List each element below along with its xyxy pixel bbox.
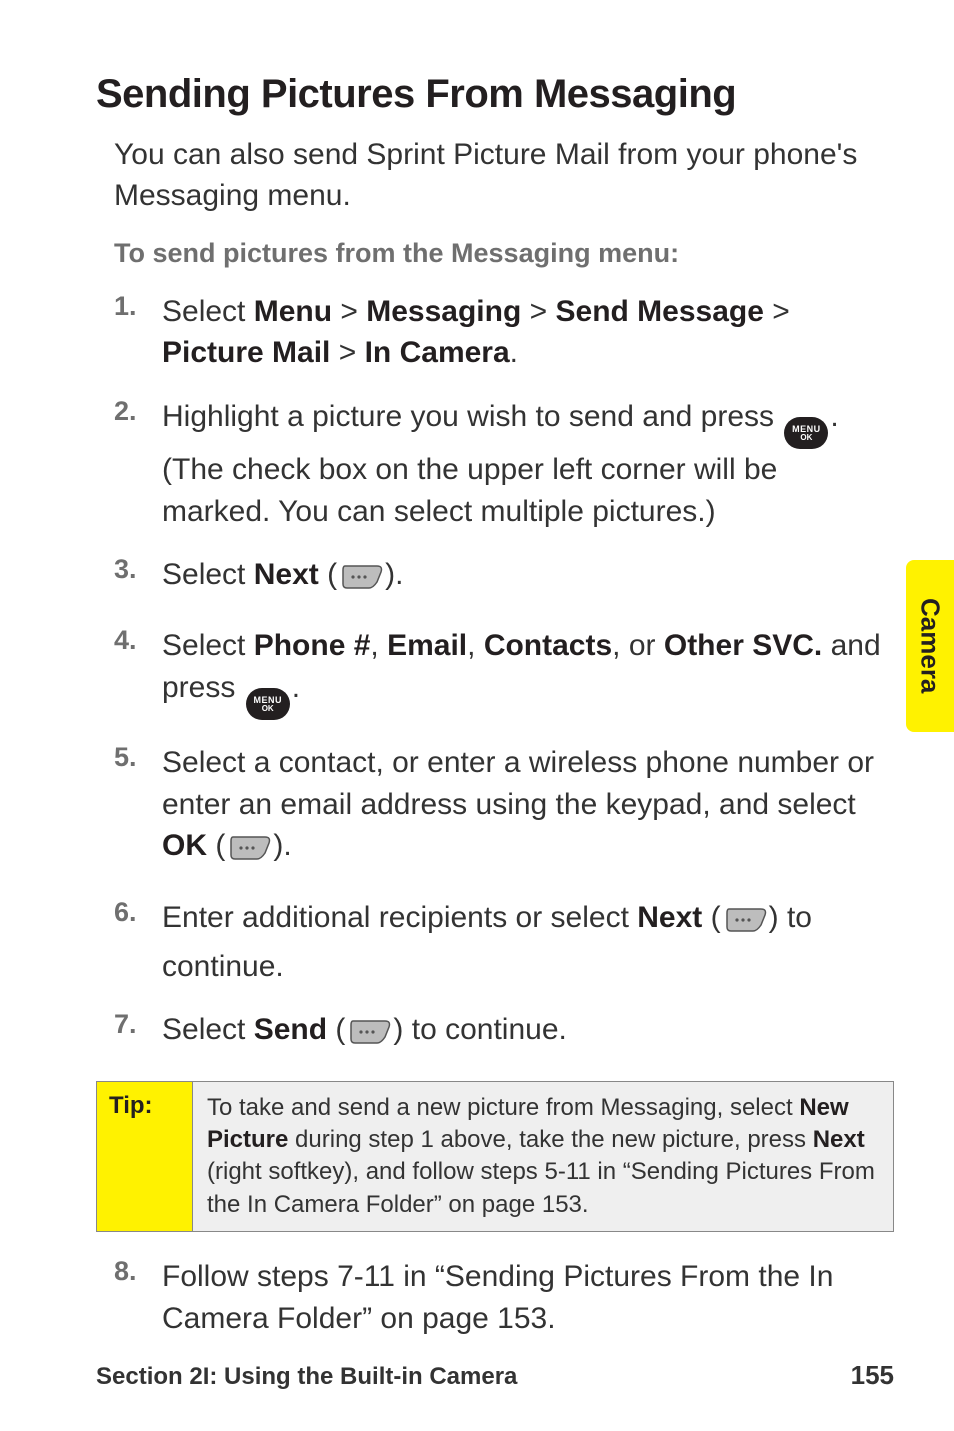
menu-ok-icon: MENUOK bbox=[246, 688, 290, 720]
menu-ok-icon: MENUOK bbox=[784, 417, 828, 449]
intro-text: You can also send Sprint Picture Mail fr… bbox=[114, 135, 894, 216]
step-4: 4. Select Phone #, Email, Contacts, or O… bbox=[114, 625, 894, 720]
step-body: Enter additional recipients or select Ne… bbox=[162, 897, 894, 988]
footer-page-number: 155 bbox=[851, 1360, 894, 1391]
softkey-icon bbox=[227, 833, 271, 874]
tip-label: Tip: bbox=[97, 1082, 193, 1232]
tip-box: Tip: To take and send a new picture from… bbox=[96, 1081, 894, 1233]
step-number: 3. bbox=[114, 554, 162, 585]
step-number: 8. bbox=[114, 1256, 162, 1287]
side-tab: Camera bbox=[906, 560, 954, 732]
page: Sending Pictures From Messaging You can … bbox=[0, 0, 954, 1431]
step-body: Select Send () to continue. bbox=[162, 1009, 894, 1058]
tip-body: To take and send a new picture from Mess… bbox=[193, 1082, 893, 1232]
step-1: 1. Select Menu > Messaging > Send Messag… bbox=[114, 291, 894, 374]
post-steps-list: 8. Follow steps 7-11 in “Sending Picture… bbox=[114, 1256, 894, 1339]
step-7: 7. Select Send () to continue. bbox=[114, 1009, 894, 1058]
footer-section: Section 2I: Using the Built-in Camera bbox=[96, 1363, 517, 1391]
step-8: 8. Follow steps 7-11 in “Sending Picture… bbox=[114, 1256, 894, 1339]
side-tab-label: Camera bbox=[915, 598, 946, 693]
step-number: 6. bbox=[114, 897, 162, 928]
softkey-icon bbox=[339, 562, 383, 603]
step-2: 2. Highlight a picture you wish to send … bbox=[114, 396, 894, 532]
page-footer: Section 2I: Using the Built-in Camera 15… bbox=[96, 1360, 894, 1391]
step-number: 2. bbox=[114, 396, 162, 427]
step-number: 7. bbox=[114, 1009, 162, 1040]
step-body: Select Next (). bbox=[162, 554, 894, 603]
step-body: Select Menu > Messaging > Send Message >… bbox=[162, 291, 894, 374]
softkey-icon bbox=[723, 905, 767, 946]
softkey-icon bbox=[347, 1017, 391, 1058]
step-5: 5. Select a contact, or enter a wireless… bbox=[114, 742, 894, 874]
step-3: 3. Select Next (). bbox=[114, 554, 894, 603]
step-number: 1. bbox=[114, 291, 162, 322]
step-body: Select a contact, or enter a wireless ph… bbox=[162, 742, 894, 874]
step-number: 4. bbox=[114, 625, 162, 656]
step-number: 5. bbox=[114, 742, 162, 773]
step-6: 6. Enter additional recipients or select… bbox=[114, 897, 894, 988]
steps-list: 1. Select Menu > Messaging > Send Messag… bbox=[114, 291, 894, 1059]
step-body: Highlight a picture you wish to send and… bbox=[162, 396, 894, 532]
lead-text: To send pictures from the Messaging menu… bbox=[114, 238, 894, 269]
step-body: Follow steps 7-11 in “Sending Pictures F… bbox=[162, 1256, 894, 1339]
section-title: Sending Pictures From Messaging bbox=[96, 72, 894, 117]
step-body: Select Phone #, Email, Contacts, or Othe… bbox=[162, 625, 894, 720]
